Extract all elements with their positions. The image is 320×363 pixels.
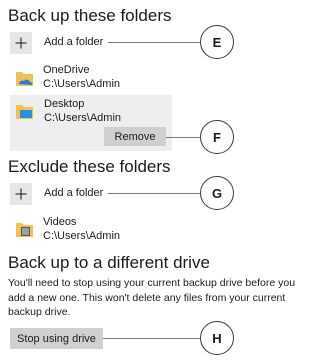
callout-line-f: [166, 137, 200, 138]
folder-path: C:\Users\Admin: [43, 230, 121, 242]
stop-using-drive-button[interactable]: Stop using drive: [10, 328, 103, 349]
callout-h: H: [200, 321, 234, 355]
add-excluded-folder-button[interactable]: [10, 183, 32, 205]
desktop-folder-icon: [16, 105, 33, 119]
backup-section-title: Back up these folders: [8, 6, 172, 25]
different-drive-title: Back up to a different drive: [8, 253, 210, 272]
videos-folder-icon: [16, 223, 33, 237]
callout-line-h: [103, 338, 200, 339]
callout-line-e: [108, 42, 200, 43]
callout-f: F: [200, 120, 234, 154]
folder-name: Desktop: [44, 98, 85, 110]
folder-path: C:\Users\Admin: [44, 112, 122, 124]
folder-item-onedrive[interactable]: OneDrive C:\Users\Admin: [14, 63, 164, 93]
plus-icon: [15, 188, 27, 200]
callout-g: G: [200, 176, 234, 210]
folder-name: Videos: [43, 216, 77, 228]
add-folder-button[interactable]: [10, 32, 32, 54]
add-folder-label[interactable]: Add a folder: [44, 36, 103, 48]
callout-line-g: [108, 193, 200, 194]
add-folder-label[interactable]: Add a folder: [44, 187, 103, 199]
folder-path: C:\Users\Admin: [43, 78, 121, 90]
remove-button[interactable]: Remove: [104, 127, 166, 146]
folder-name: OneDrive: [43, 64, 90, 76]
exclude-section-title: Exclude these folders: [8, 157, 171, 176]
different-drive-description: You'll need to stop using your current b…: [8, 277, 296, 318]
callout-e: E: [200, 25, 234, 59]
plus-icon: [15, 37, 27, 49]
folder-item-videos[interactable]: Videos C:\Users\Admin: [14, 214, 164, 244]
onedrive-folder-icon: [16, 72, 33, 86]
